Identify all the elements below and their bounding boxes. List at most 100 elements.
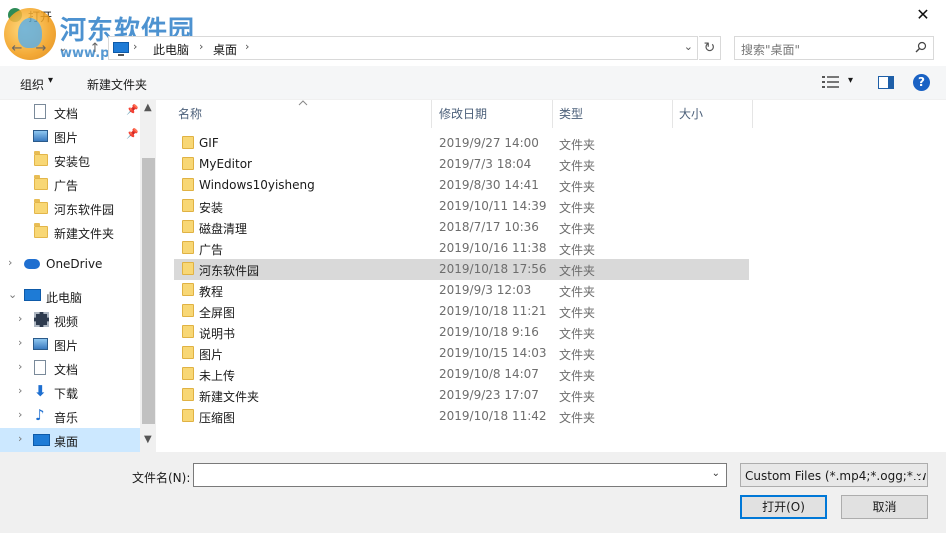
refresh-button[interactable]: ↻ — [699, 36, 721, 60]
chevron-right-icon[interactable]: › — [18, 384, 22, 397]
sidebar-item-ads[interactable]: 广告 — [0, 172, 140, 196]
sidebar-item-documents-pc[interactable]: › 文档 — [0, 356, 140, 380]
file-row[interactable]: 磁盘清理 2018/7/17 10:36 文件夹 — [174, 217, 749, 238]
sidebar-item-new-folder[interactable]: 新建文件夹 — [0, 220, 140, 244]
sidebar-item-label: 视频 — [54, 315, 79, 329]
chevron-right-icon[interactable]: › — [18, 312, 22, 325]
sidebar-item-downloads[interactable]: › ⬇ 下载 — [0, 380, 140, 404]
sidebar-item-hedong[interactable]: 河东软件园 — [0, 196, 140, 220]
chevron-right-icon[interactable]: › — [18, 336, 22, 349]
chevron-right-icon[interactable]: › — [18, 432, 22, 445]
file-type-value: Custom Files (*.mp4;*.ogg;*.webm) — [745, 469, 927, 483]
recent-locations-button[interactable]: ⌄ — [56, 40, 70, 58]
file-date: 2019/10/16 11:38 — [439, 241, 547, 255]
open-button[interactable]: 打开(O) — [740, 495, 827, 519]
up-button[interactable]: ↑ — [84, 40, 106, 58]
file-date: 2018/7/17 10:36 — [439, 220, 539, 234]
address-bar[interactable]: › 此电脑 › 桌面 › ⌄ — [108, 36, 698, 60]
file-name: 全屏图 — [199, 306, 236, 320]
help-icon[interactable]: ? — [913, 74, 930, 91]
breadcrumb-desktop[interactable]: 桌面 — [213, 41, 237, 58]
breadcrumb-separator[interactable]: › — [199, 40, 203, 53]
file-row[interactable]: 压缩图 2019/10/18 11:42 文件夹 — [174, 406, 749, 427]
folder-icon — [182, 325, 194, 338]
sidebar-item-pictures-pc[interactable]: › 图片 — [0, 332, 140, 356]
chevron-right-icon[interactable]: › — [18, 360, 22, 373]
file-row[interactable]: GIF 2019/9/27 14:00 文件夹 — [174, 133, 749, 154]
scrollbar-thumb[interactable] — [142, 158, 155, 424]
file-name: Windows10yisheng — [199, 178, 315, 192]
chevron-right-icon[interactable]: › — [8, 256, 12, 269]
folder-icon — [182, 367, 194, 380]
sidebar-item-this-pc[interactable]: ⌄ 此电脑 — [0, 284, 140, 308]
breadcrumb-this-pc[interactable]: 此电脑 — [153, 41, 189, 58]
organize-button[interactable]: 组织 — [20, 76, 44, 93]
chevron-down-icon[interactable]: ▾ — [48, 75, 53, 86]
file-row[interactable]: MyEditor 2019/7/3 18:04 文件夹 — [174, 154, 749, 175]
videos-icon — [34, 312, 49, 327]
file-row[interactable]: 图片 2019/10/15 14:03 文件夹 — [174, 343, 749, 364]
folder-icon — [182, 178, 194, 191]
computer-icon — [113, 42, 129, 56]
sidebar-item-installers[interactable]: 安装包 — [0, 148, 140, 172]
file-type: 文件夹 — [559, 306, 596, 320]
search-input[interactable]: 搜索"桌面" — [734, 36, 934, 60]
file-name: 安装 — [199, 201, 224, 215]
chevron-down-icon[interactable]: ⌄ — [712, 468, 720, 479]
sidebar-item-desktop[interactable]: › 桌面 — [0, 428, 140, 452]
column-header-type[interactable]: 类型 — [553, 100, 673, 128]
file-date: 2019/7/3 18:04 — [439, 157, 532, 171]
file-row[interactable]: 河东软件园 2019/10/18 17:56 文件夹 — [174, 259, 749, 280]
sidebar-item-documents[interactable]: 文档 📌 — [0, 100, 140, 124]
folder-icon — [182, 283, 194, 296]
back-button[interactable]: ← — [6, 40, 28, 58]
sidebar-item-pictures[interactable]: 图片 📌 — [0, 124, 140, 148]
breadcrumb-separator[interactable]: › — [133, 40, 137, 53]
chevron-right-icon[interactable]: › — [18, 408, 22, 421]
breadcrumb-separator[interactable]: › — [245, 40, 249, 53]
sidebar-scrollbar[interactable]: ▲ ▼ — [140, 100, 156, 452]
pin-icon[interactable]: 📌 — [126, 105, 138, 116]
chevron-down-icon[interactable]: ⌄ — [912, 468, 923, 479]
file-row[interactable]: 未上传 2019/10/8 14:07 文件夹 — [174, 364, 749, 385]
new-folder-button[interactable]: 新建文件夹 — [87, 76, 147, 93]
folder-icon — [182, 241, 194, 254]
sidebar-item-music[interactable]: › ♪ 音乐 — [0, 404, 140, 428]
file-row[interactable]: 广告 2019/10/16 11:38 文件夹 — [174, 238, 749, 259]
file-date: 2019/10/8 14:07 — [439, 367, 539, 381]
chevron-down-icon[interactable]: ⌄ — [8, 288, 17, 301]
cancel-button[interactable]: 取消 — [841, 495, 928, 519]
file-row[interactable]: 新建文件夹 2019/9/23 17:07 文件夹 — [174, 385, 749, 406]
folder-icon — [182, 388, 194, 401]
preview-pane-icon[interactable] — [878, 76, 894, 89]
column-header-date[interactable]: 修改日期 — [433, 100, 553, 128]
file-type-select[interactable]: Custom Files (*.mp4;*.ogg;*.webm) ⌄ — [740, 463, 928, 487]
column-header-size[interactable]: 大小 — [673, 100, 753, 128]
file-row[interactable]: 安装 2019/10/11 14:39 文件夹 — [174, 196, 749, 217]
sidebar-item-onedrive[interactable]: › OneDrive — [0, 252, 140, 276]
search-icon[interactable] — [915, 41, 927, 53]
chevron-down-icon[interactable]: ▾ — [848, 75, 853, 86]
file-type: 文件夹 — [559, 180, 596, 194]
file-row[interactable]: 教程 2019/9/3 12:03 文件夹 — [174, 280, 749, 301]
scroll-up-icon[interactable]: ▲ — [144, 102, 152, 113]
file-name: 压缩图 — [199, 411, 236, 425]
pin-icon[interactable]: 📌 — [126, 129, 138, 140]
view-details-icon[interactable] — [822, 75, 840, 89]
folder-icon — [34, 175, 48, 190]
sidebar-item-videos[interactable]: › 视频 — [0, 308, 140, 332]
file-row[interactable]: Windows10yisheng 2019/8/30 14:41 文件夹 — [174, 175, 749, 196]
sidebar-item-label: 广告 — [54, 179, 79, 193]
close-button[interactable]: ✕ — [900, 0, 946, 32]
file-row[interactable]: 全屏图 2019/10/18 11:21 文件夹 — [174, 301, 749, 322]
address-dropdown-icon[interactable]: ⌄ — [684, 40, 693, 53]
desktop-icon — [33, 434, 50, 446]
filename-input[interactable]: ⌄ — [193, 463, 727, 487]
forward-button[interactable]: → — [30, 40, 52, 58]
file-date: 2019/10/11 14:39 — [439, 199, 547, 213]
document-icon — [34, 104, 46, 119]
file-type: 文件夹 — [559, 369, 596, 383]
window-title: 打开 — [28, 10, 53, 24]
scroll-down-icon[interactable]: ▼ — [144, 434, 152, 445]
file-row[interactable]: 说明书 2019/10/18 9:16 文件夹 — [174, 322, 749, 343]
